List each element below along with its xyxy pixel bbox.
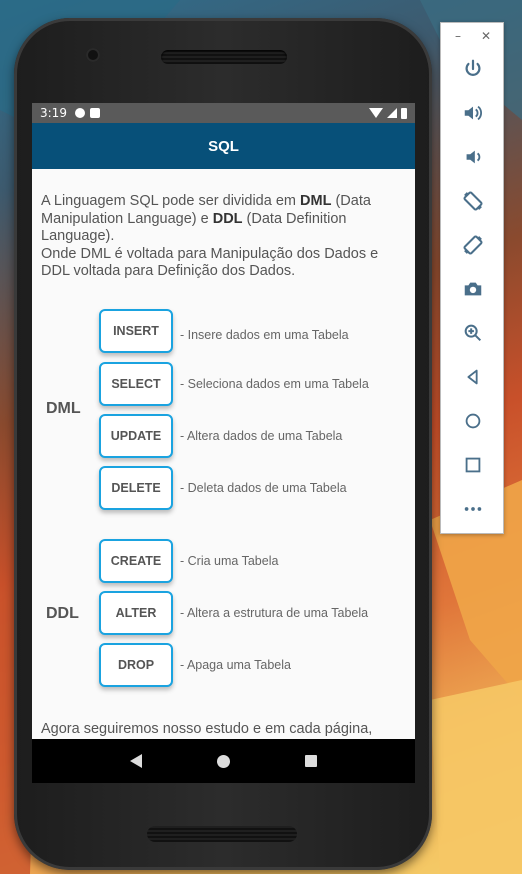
rotate-right-icon[interactable] bbox=[457, 229, 489, 261]
android-nav-bar bbox=[32, 739, 415, 783]
status-time: 3:19 bbox=[40, 106, 67, 120]
intro-line-1a: A Linguagem SQL pode ser dividida em bbox=[41, 193, 301, 209]
wifi-icon bbox=[369, 108, 383, 118]
status-bar: 3:19 bbox=[32, 103, 415, 123]
update-button[interactable]: UPDATE bbox=[99, 414, 173, 458]
phone-screen: 3:19 SQL A Linguagem SQL pode ser dividi… bbox=[32, 103, 415, 783]
home-icon[interactable] bbox=[457, 405, 489, 437]
outro-text: Agora seguiremos nosso estudo e em cada … bbox=[41, 721, 373, 737]
back-icon[interactable] bbox=[457, 361, 489, 393]
delete-description: - Deleta dados de uma Tabela bbox=[180, 481, 347, 495]
select-description: - Seleciona dados em uma Tabela bbox=[180, 377, 369, 391]
intro-line-1c: (Data bbox=[331, 193, 371, 209]
select-button[interactable]: SELECT bbox=[99, 362, 173, 406]
nav-recents-icon[interactable] bbox=[305, 755, 318, 767]
close-button[interactable]: ✕ bbox=[481, 29, 491, 43]
app-notification-icon bbox=[74, 108, 85, 118]
update-description: - Altera dados de uma Tabela bbox=[180, 429, 343, 443]
create-button[interactable]: CREATE bbox=[99, 539, 173, 583]
signal-icon bbox=[387, 108, 397, 118]
content-scroll[interactable]: A Linguagem SQL pode ser dividida em DML… bbox=[32, 169, 415, 739]
alter-description: - Altera a estrutura de uma Tabela bbox=[180, 606, 369, 620]
intro-ddl-bold: DDL bbox=[212, 210, 243, 227]
power-icon[interactable] bbox=[457, 53, 489, 85]
drop-description: - Apaga uma Tabela bbox=[180, 658, 291, 672]
camera-icon[interactable] bbox=[457, 273, 489, 305]
zoom-icon[interactable] bbox=[457, 317, 489, 349]
intro-line-3: Language). bbox=[41, 228, 115, 244]
volume-down-icon[interactable] bbox=[457, 141, 489, 173]
overview-icon[interactable] bbox=[457, 449, 489, 481]
create-description: - Cria uma Tabela bbox=[180, 554, 279, 568]
intro-line-4: Onde DML é voltada para Manipulação dos … bbox=[41, 245, 379, 262]
app-bar: SQL bbox=[32, 123, 415, 169]
top-speaker bbox=[161, 50, 287, 64]
dml-label: DML bbox=[46, 400, 81, 417]
intro-line-5: DDL voltada para Definição dos Dados. bbox=[41, 263, 296, 279]
ddl-label: DDL bbox=[46, 605, 79, 622]
drop-button[interactable]: DROP bbox=[99, 643, 173, 687]
more-icon[interactable] bbox=[457, 493, 489, 525]
emulator-toolbar: – ✕ bbox=[440, 22, 504, 534]
nav-back-icon[interactable] bbox=[129, 754, 142, 768]
delete-button[interactable]: DELETE bbox=[99, 466, 173, 510]
rotate-left-icon[interactable] bbox=[457, 185, 489, 217]
front-camera bbox=[86, 48, 100, 62]
battery-icon bbox=[401, 107, 407, 119]
volume-up-icon[interactable] bbox=[457, 97, 489, 129]
intro-dml-bold: DML bbox=[300, 193, 332, 209]
insert-button[interactable]: INSERT bbox=[99, 309, 173, 353]
minimize-button[interactable]: – bbox=[455, 29, 461, 43]
alter-button[interactable]: ALTER bbox=[99, 591, 173, 635]
intro-line-2a: Manipulation Language) e bbox=[41, 210, 213, 227]
bottom-speaker bbox=[147, 826, 297, 842]
insert-description: - Insere dados em uma Tabela bbox=[180, 328, 349, 342]
app-bar-title: SQL bbox=[208, 137, 239, 155]
nav-home-icon[interactable] bbox=[216, 754, 230, 768]
storage-notification-icon bbox=[89, 108, 100, 118]
intro-line-2c: (Data Definition bbox=[242, 210, 347, 227]
intro-text: A Linguagem SQL pode ser dividida em DML… bbox=[41, 193, 407, 281]
